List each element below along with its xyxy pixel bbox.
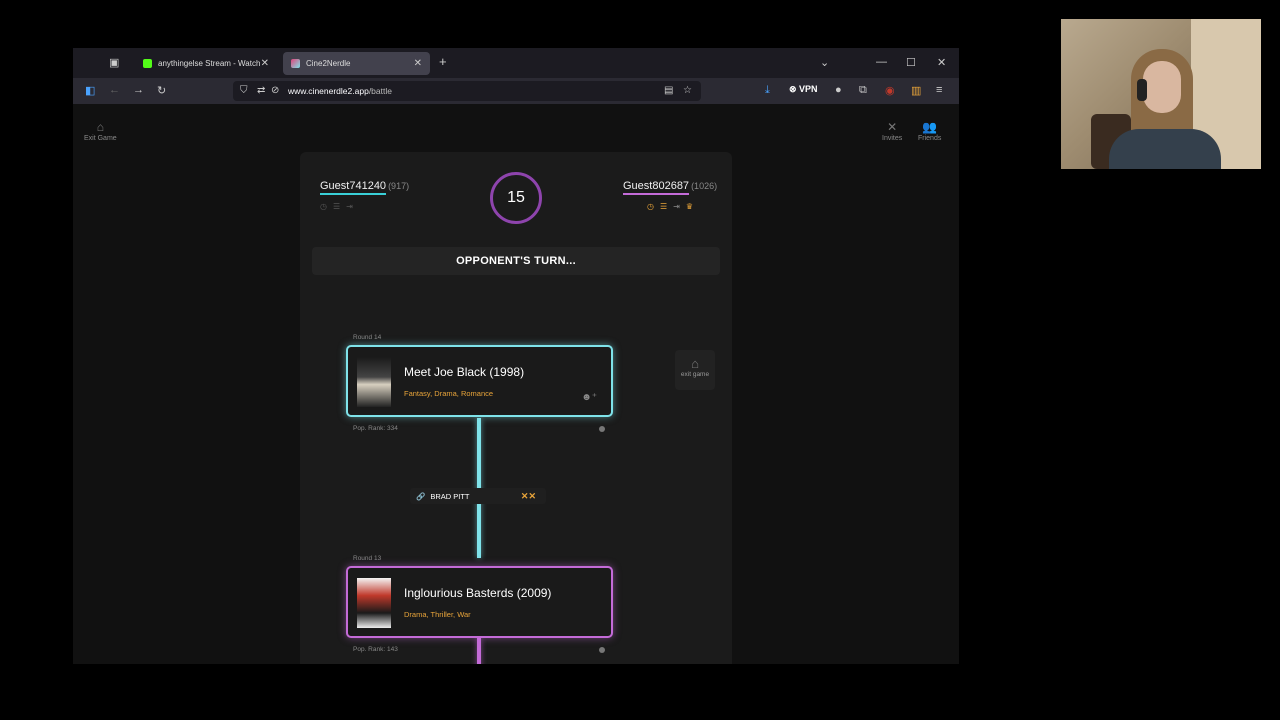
player1-lifelines: ◷☰⇥ [320,202,359,211]
browser-window: ▣ anythingelse Stream - Watch Li ✕ Cine2… [73,48,959,664]
movie-poster [357,357,391,407]
chain-line-purple [477,637,481,664]
side-exit-game-button[interactable]: ⌂ exit game [675,350,715,390]
tab-stream[interactable]: anythingelse Stream - Watch Li ✕ [135,52,277,75]
downloads-icon[interactable]: ⤓ [765,84,770,97]
list-icon[interactable]: ☰ [333,202,346,211]
close-tab-icon[interactable]: ✕ [414,58,422,69]
player2-elo: (1026) [691,181,718,191]
add-reaction-icon[interactable]: ☻⁺ [581,392,597,403]
close-tab-icon[interactable]: ✕ [261,58,269,69]
tab-cine2nerdle[interactable]: Cine2Nerdle ✕ [283,52,430,75]
player1-username: Guest741240 [320,180,387,195]
maximize-icon[interactable]: ☐ [906,56,916,69]
connection-name: BRAD PITT [430,491,470,501]
forward-icon[interactable]: → [133,84,144,96]
vpn-button[interactable]: ⊗ VPN [789,84,818,95]
door-icon: ⌂ [96,120,104,134]
turn-status: OPPONENT'S TURN... [312,247,720,275]
link-icon: 🔗 [416,491,426,501]
door-icon: ⌂ [691,356,699,371]
clock-icon[interactable]: ◷ [320,202,333,211]
menu-icon[interactable]: ≡ [936,84,942,96]
permissions-icon[interactable]: ⇄ [257,85,265,96]
webcam-person-face [1143,61,1181,113]
extension-bars-icon[interactable]: ▥ [911,84,921,97]
info-icon[interactable] [599,426,605,432]
player2-lifelines: ◷☰⇥♛ [647,202,699,211]
sidebar-icon[interactable]: ◧ [85,84,95,97]
friends-label: Friends [918,135,942,142]
tab-title: Cine2Nerdle [306,59,351,68]
extension-red-icon[interactable]: ◉ [885,84,895,97]
cine2nerdle-favicon-icon [291,59,300,68]
shield-icon[interactable]: ⛉ [240,85,248,96]
trophy-icon: ♛ [685,202,700,211]
back-icon[interactable]: ← [109,84,120,96]
player1-elo: (917) [388,181,410,191]
player2-username: Guest802687 [623,180,690,195]
player1-name[interactable]: Guest741240 (917) [320,180,410,195]
nav-bar: ◧ ← → ↻ ⛉ ⇄ ⊘ www.cinenerdle2.app/battle… [73,78,959,104]
game-panel: Guest741240 (917) ◷☰⇥ 15 Guest802687 (1026… [300,152,732,664]
webcam-person-shirt [1109,129,1221,169]
webcam-headset [1137,79,1147,101]
url-bar[interactable]: ⛉ ⇄ ⊘ www.cinenerdle2.app/battle ▤ ☆ [233,81,701,101]
url-path: /battle [368,86,392,96]
list-icon: ☰ [659,202,674,211]
invites-button[interactable]: ✕ Invites [882,120,902,142]
new-tab-icon[interactable]: + [439,54,447,69]
webcam-overlay [1061,19,1261,169]
bookmark-star-icon[interactable]: ☆ [683,85,692,96]
tab-bar: ▣ anythingelse Stream - Watch Li ✕ Cine2… [73,48,959,78]
friends-button[interactable]: 👥 Friends [918,120,941,142]
tab-list-chevron-icon[interactable]: ⌄ [820,56,829,69]
movie-card[interactable]: Inglourious Basterds (2009) Drama, Thril… [346,566,613,638]
url-domain: www.cinenerdle2.app [288,86,369,96]
movie-title: Meet Joe Black (1998) [404,365,525,379]
reader-view-icon[interactable]: ▤ [664,85,673,96]
info-icon[interactable] [599,647,605,653]
tab-groups-icon[interactable]: ▣ [109,56,119,69]
vpn-label: VPN [799,84,818,94]
minimize-icon[interactable]: — [876,56,887,68]
player2-name[interactable]: Guest802687 (1026) [623,180,718,195]
movie-card[interactable]: Meet Joe Black (1998) Fantasy, Drama, Ro… [346,345,613,417]
movie-title: Inglourious Basterds (2009) [404,586,552,600]
page-content: ⌂ Exit Game ✕ Invites 👥 Friends Guest741… [73,104,959,664]
friends-icon: 👥 [922,120,938,134]
account-icon[interactable]: ● [835,84,842,96]
extensions-icon[interactable]: ⧉ [859,84,867,97]
invites-label: Invites [882,135,903,142]
reload-icon[interactable]: ↻ [157,84,166,97]
pop-rank: Pop. Rank: 334 [353,425,398,432]
exit-game-button[interactable]: ⌂ Exit Game [84,120,117,142]
kick-favicon-icon [143,59,152,68]
url-text[interactable]: www.cinenerdle2.app/battle [288,86,392,96]
round-label: Round 14 [353,334,382,341]
side-exit-label: exit game [680,371,710,378]
turn-timer: 15 [490,172,542,224]
movie-genres: Drama, Thriller, War [404,610,471,619]
movie-genres: Fantasy, Drama, Romance [404,389,494,398]
skip-icon: ⇥ [673,202,686,211]
close-window-icon[interactable]: ✕ [937,56,946,69]
tracking-off-icon[interactable]: ⊘ [271,85,279,96]
exit-game-label: Exit Game [84,135,117,142]
swords-icon: ✕ [887,120,898,134]
pop-rank: Pop. Rank: 143 [353,646,398,653]
connection-usage-marks: ✕✕ [520,490,536,501]
round-label: Round 13 [353,555,382,562]
connection-chip[interactable]: 🔗 BRAD PITT ✕✕ [410,488,546,504]
clock-icon: ◷ [647,202,660,211]
movie-poster [357,578,391,628]
tab-title: anythingelse Stream - Watch Li [158,59,261,68]
skip-icon[interactable]: ⇥ [346,202,359,211]
